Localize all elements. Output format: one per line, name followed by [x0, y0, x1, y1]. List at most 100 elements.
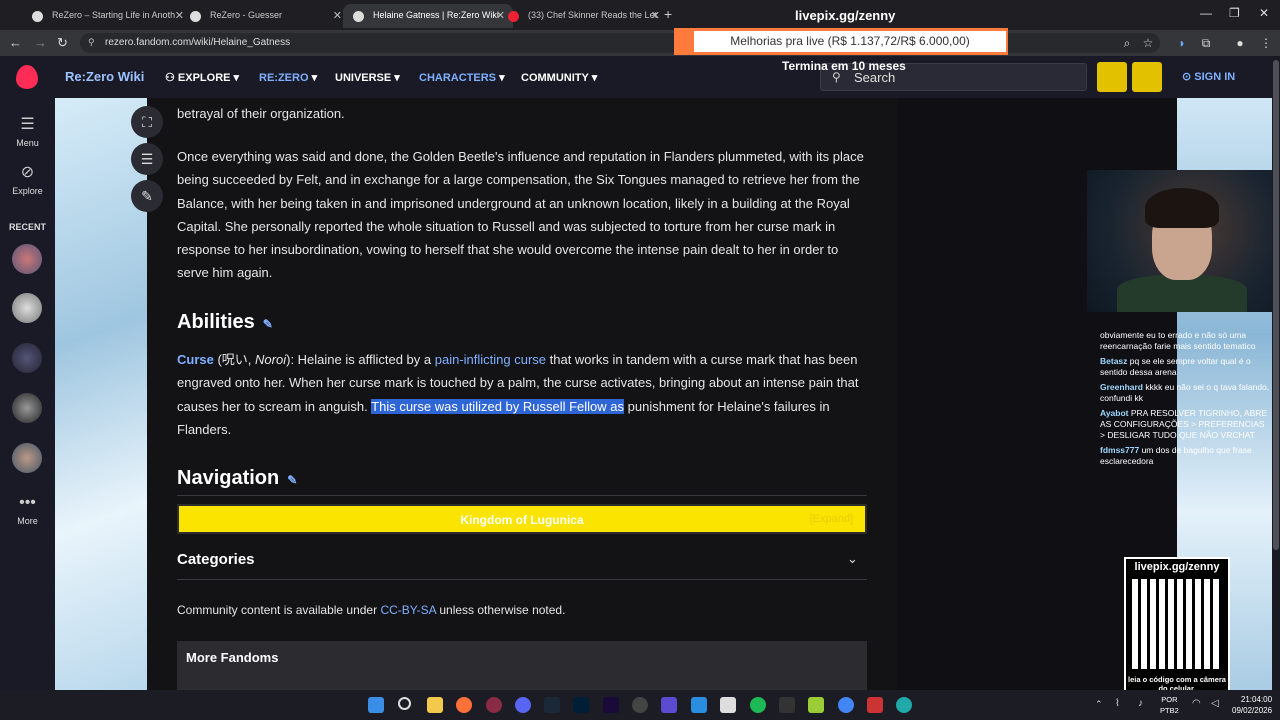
recent-page-avatar[interactable] — [12, 244, 42, 274]
tray-mic-icon[interactable]: ♪ — [1138, 698, 1143, 709]
page-scrollbar[interactable] — [1272, 56, 1280, 690]
edit-section-icon[interactable]: ✎ — [287, 473, 297, 487]
app-icon[interactable] — [720, 697, 736, 713]
app-icon[interactable] — [896, 697, 912, 713]
profile-avatar-icon[interactable]: ● — [1233, 36, 1247, 50]
heading-navigation: Navigation ✎ — [177, 467, 298, 489]
heading-abilities: Abilities ✎ — [177, 311, 273, 333]
tab-helaine-gatness[interactable]: Helaine Gatness | Re:Zero Wiki ✕ — [343, 4, 513, 28]
navbox-kingdom-of-lugunica[interactable]: Kingdom of Lugunica [Expand] — [177, 504, 867, 534]
close-icon[interactable]: ✕ — [333, 9, 342, 22]
back-icon[interactable]: ← — [9, 35, 22, 50]
fandom-logo-icon[interactable] — [16, 65, 38, 89]
nav-universe[interactable]: UNIVERSE ▾ — [335, 71, 400, 84]
more-fandoms-section: More Fandoms — [177, 641, 867, 690]
tab-rezero-starting-life[interactable]: ReZero – Starting Life in Anoth ✕ — [22, 4, 192, 28]
search-icon[interactable] — [398, 697, 411, 710]
firefox-icon[interactable] — [456, 697, 472, 713]
spotify-icon[interactable] — [750, 697, 766, 713]
minimize-icon[interactable]: — — [1200, 6, 1212, 20]
keyboard-language[interactable]: POR PTB2 — [1160, 694, 1179, 716]
theme-toggle-button[interactable] — [1132, 62, 1162, 92]
nav-explore[interactable]: ⚇ EXPLORE ▾ — [165, 71, 239, 84]
cc-by-sa-link[interactable]: CC-BY-SA — [380, 603, 436, 617]
close-icon[interactable]: ✕ — [651, 9, 660, 22]
chrome-icon[interactable] — [838, 697, 854, 713]
steam-icon[interactable] — [544, 697, 560, 713]
premiere-icon[interactable] — [603, 697, 619, 713]
zoom-icon[interactable]: ⌕ — [1120, 36, 1134, 50]
app-icon[interactable] — [867, 697, 883, 713]
recent-page-avatar[interactable] — [12, 393, 42, 423]
livepix-qr-panel: livepix.gg/zenny leia o código com a câm… — [1124, 557, 1230, 694]
divider — [177, 579, 867, 580]
forward-icon[interactable]: → — [34, 35, 47, 50]
scrollbar-thumb[interactable] — [1273, 60, 1279, 550]
tray-volume-icon[interactable]: ◁ — [1211, 698, 1219, 709]
bookmark-star-icon[interactable]: ☆ — [1141, 36, 1155, 50]
recent-page-avatar[interactable] — [12, 293, 42, 323]
sidebar-explore[interactable]: ⊘ Explore — [0, 162, 55, 196]
tray-chevron-icon[interactable]: ⌃ — [1095, 699, 1103, 710]
sidebar-more[interactable]: ••• More — [0, 494, 55, 526]
divider — [177, 495, 867, 496]
tab-chef-skinner[interactable]: (33) Chef Skinner Reads the Let ✕ — [498, 4, 668, 28]
taskbar-clock[interactable]: 21:04:00 09/02/2026 — [1232, 694, 1272, 716]
window-close-icon[interactable]: ✕ — [1259, 6, 1269, 20]
nav-rezero[interactable]: RE:ZERO ▾ — [259, 71, 317, 84]
terminal-icon[interactable] — [779, 697, 795, 713]
wiki-name-link[interactable]: Re:Zero Wiki — [65, 69, 144, 84]
app-icon[interactable] — [661, 697, 677, 713]
app-icon[interactable] — [691, 697, 707, 713]
nav-community[interactable]: COMMUNITY ▾ — [521, 71, 597, 84]
chat-message: Ayabot PRA RESOLVER TIGRINHO, ABRE AS CO… — [1100, 408, 1268, 440]
pain-inflicting-curse-link[interactable]: pain-inflicting curse — [435, 352, 546, 367]
more-dots-icon: ••• — [19, 494, 36, 511]
nav-characters[interactable]: CHARACTERS ▾ — [419, 71, 505, 84]
tray-network-icon[interactable]: ⌇ — [1115, 698, 1120, 709]
chat-message: fdmss777 um dos de bagulho que frase esc… — [1100, 445, 1252, 466]
obs-icon[interactable] — [632, 697, 648, 713]
discussions-button[interactable] — [1097, 62, 1127, 92]
file-explorer-icon[interactable] — [427, 697, 443, 713]
extensions-puzzle-icon[interactable]: ⧉ — [1199, 36, 1213, 50]
streamer-webcam — [1087, 170, 1280, 312]
recent-page-avatar[interactable] — [12, 443, 42, 473]
youtube-icon — [508, 11, 519, 22]
tray-wifi-icon[interactable]: ◠ — [1192, 698, 1201, 709]
windows-start-icon[interactable] — [368, 697, 384, 713]
tab-rezero-guesser[interactable]: ReZero - Guesser ✕ — [180, 4, 350, 28]
wiki-sidebar: ☰ Menu ⊘ Explore RECENT ••• More — [0, 98, 55, 690]
edit-pencil-icon[interactable]: ✎ — [131, 180, 163, 212]
table-of-contents-icon[interactable]: ☰ — [131, 143, 163, 175]
extension-icon[interactable]: ◗ — [1175, 36, 1189, 50]
maximize-icon[interactable]: ❐ — [1229, 6, 1240, 20]
browser-menu-icon[interactable]: ⋮ — [1259, 36, 1273, 50]
discord-icon[interactable] — [515, 697, 531, 713]
paragraph-curse: Curse (呪い, Noroi): Helaine is afflicted … — [177, 352, 859, 437]
new-tab-button[interactable]: + — [664, 6, 672, 22]
navbox-expand-link[interactable]: [Expand] — [810, 513, 853, 525]
edit-section-icon[interactable]: ✎ — [263, 317, 273, 331]
chat-message: Greenhard kkkk eu não sei o q tava falan… — [1100, 382, 1270, 403]
recent-page-avatar[interactable] — [12, 343, 42, 373]
goal-timer-overlay: Termina em 10 meses — [782, 59, 906, 73]
tab-favicon-icon — [353, 11, 364, 22]
stream-chat: obviamente eu to errado e não só uma ree… — [1100, 330, 1270, 471]
sign-in-button[interactable]: ⊙ SIGN IN — [1182, 70, 1235, 83]
license-notice: Community content is available under CC-… — [177, 603, 566, 617]
photoshop-icon[interactable] — [573, 697, 589, 713]
chevron-down-icon[interactable]: ⌄ — [847, 551, 858, 567]
app-icon[interactable] — [808, 697, 824, 713]
curse-link[interactable]: Curse — [177, 352, 214, 367]
tab-favicon-icon — [190, 11, 201, 22]
wiki-header: Re:Zero Wiki ⚇ EXPLORE ▾ RE:ZERO ▾ UNIVE… — [0, 56, 1280, 98]
fullscreen-icon[interactable]: ⛶ — [131, 106, 163, 138]
sidebar-menu[interactable]: ☰ Menu — [0, 114, 55, 148]
app-icon[interactable] — [486, 697, 502, 713]
site-info-icon[interactable]: ⚲ — [88, 37, 95, 48]
reload-icon[interactable]: ↻ — [57, 35, 68, 51]
paragraph-betrayal: betrayal of their organization. — [177, 106, 345, 121]
categories-toggle[interactable]: Categories — [177, 551, 255, 568]
livepix-goal-banner: Melhorias pra live (R$ 1.137,72/R$ 6.000… — [674, 28, 1008, 55]
